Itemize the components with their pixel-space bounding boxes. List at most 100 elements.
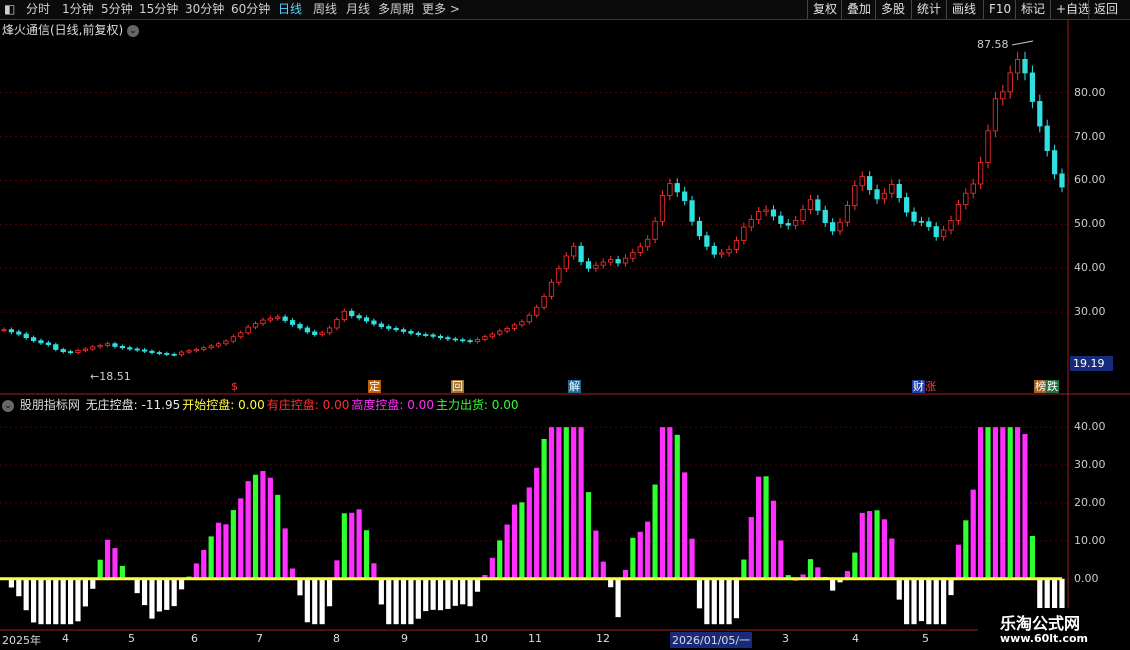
- candle-body: [615, 259, 621, 264]
- indicator-bar: [260, 471, 266, 579]
- indicator-bar: [67, 578, 74, 625]
- candle-body: [645, 238, 651, 248]
- indicator-bar: [689, 538, 695, 579]
- toolbar-action-8[interactable]: 返回: [1088, 0, 1123, 19]
- toolbar-action-4[interactable]: 画线: [946, 0, 981, 19]
- toolbar-action-1[interactable]: 叠加: [841, 0, 876, 19]
- indicator-bar: [748, 517, 754, 579]
- period-tab-3[interactable]: 15分钟: [139, 2, 178, 17]
- indicator-axis-tick: 20.00: [1074, 495, 1106, 509]
- period-tab-7[interactable]: 周线: [313, 2, 337, 17]
- indicator-bar: [852, 552, 858, 579]
- indicator-bar: [608, 578, 614, 588]
- candle-body: [815, 199, 821, 211]
- indicator-bar: [800, 574, 806, 579]
- signal-marker[interactable]: 涨: [924, 380, 937, 393]
- candle-body: [733, 240, 740, 250]
- candle-body: [134, 348, 140, 351]
- candle-body: [630, 252, 636, 259]
- time-axis-label: 5: [128, 632, 135, 645]
- period-tab-6[interactable]: 日线: [278, 2, 302, 17]
- candle-body: [334, 319, 340, 329]
- indicator-bar: [548, 427, 555, 579]
- indicator-title: ⌄ 股朋指标网 无庄控盘: -11.95 开始控盘: 0.00 有庄控盘: 0.00…: [2, 396, 521, 413]
- indicator-bar: [1029, 536, 1035, 579]
- signal-marker[interactable]: 定: [368, 380, 381, 393]
- indicator-bar: [622, 569, 629, 579]
- chart-canvas[interactable]: [0, 0, 1130, 650]
- candle-body: [482, 336, 488, 340]
- indicator-bar: [756, 476, 762, 579]
- toolbar-action-0[interactable]: 复权: [807, 0, 842, 19]
- sidebar-toggle-icon[interactable]: ◧: [4, 2, 15, 17]
- time-axis-label: 6: [191, 632, 198, 645]
- indicator-bar: [733, 578, 740, 619]
- candle-body: [452, 338, 458, 341]
- indicator-bar: [918, 578, 925, 622]
- period-tab-9[interactable]: 多周期: [378, 2, 414, 17]
- candle-body: [186, 350, 192, 353]
- candle-body: [963, 192, 969, 206]
- candle-body: [1000, 91, 1006, 100]
- indicator-bar: [319, 578, 325, 625]
- indicator-bar: [578, 427, 584, 579]
- indicator-bar: [970, 489, 976, 579]
- candle-body: [363, 317, 370, 322]
- indicator-bar: [963, 520, 969, 579]
- indicator-bar: [460, 578, 466, 605]
- candle-body: [985, 130, 991, 163]
- period-tab-8[interactable]: 月线: [346, 2, 370, 17]
- candle-body: [770, 209, 777, 217]
- candle-body: [378, 323, 384, 328]
- candle-body: [526, 314, 532, 323]
- toolbar-action-5[interactable]: F10: [983, 0, 1016, 19]
- period-tab-10[interactable]: 更多 >: [422, 2, 460, 17]
- toolbar-action-3[interactable]: 统计: [911, 0, 946, 19]
- candle-body: [341, 310, 347, 321]
- watermark-title: 乐淘公式网: [1000, 614, 1081, 633]
- indicator-bar: [889, 538, 895, 579]
- time-axis-label: 7: [256, 632, 263, 645]
- period-tab-0[interactable]: 分时: [26, 2, 50, 17]
- signal-marker[interactable]: 跌: [1046, 380, 1059, 393]
- indicator-bar: [45, 578, 51, 625]
- period-tab-2[interactable]: 5分钟: [101, 2, 133, 17]
- indicator-bar: [474, 578, 481, 592]
- signal-marker[interactable]: $: [230, 380, 239, 393]
- indicator-bar: [807, 559, 814, 579]
- period-tab-1[interactable]: 1分钟: [62, 2, 94, 17]
- main-chart-title-text: 烽火通信(日线,前复权): [2, 23, 124, 37]
- indicator-bar: [119, 565, 125, 579]
- toolbar-action-2[interactable]: 多股: [875, 0, 910, 19]
- indicator-axis-tick: 0.00: [1074, 571, 1099, 585]
- candle-body: [289, 320, 296, 325]
- candle-body: [474, 338, 481, 342]
- indicator-bar: [297, 578, 303, 596]
- chevron-down-icon[interactable]: ⌄: [2, 399, 14, 412]
- signal-marker[interactable]: 解: [568, 380, 581, 393]
- candle-body: [326, 327, 333, 334]
- candle-body: [608, 259, 614, 263]
- chevron-down-icon[interactable]: ⌄: [127, 24, 140, 37]
- indicator-bar: [867, 511, 873, 579]
- indicator-bar: [452, 578, 458, 606]
- indicator-bar: [815, 567, 821, 579]
- indicator-bar: [704, 578, 710, 625]
- candle-body: [741, 226, 747, 242]
- candle-body: [763, 209, 769, 213]
- indicator-bar: [378, 578, 384, 605]
- indicator-bar: [630, 537, 636, 579]
- indicator-bar: [726, 578, 732, 625]
- signal-marker[interactable]: 回: [451, 380, 464, 393]
- period-tab-4[interactable]: 30分钟: [185, 2, 224, 17]
- candle-body: [1059, 173, 1065, 188]
- candle-body: [423, 334, 429, 336]
- candle-body: [408, 331, 414, 334]
- candle-body: [1007, 72, 1013, 93]
- indicator-bar: [585, 492, 592, 579]
- period-tab-5[interactable]: 60分钟: [231, 2, 270, 17]
- candle-body: [45, 342, 52, 346]
- candle-body: [267, 317, 273, 321]
- indicator-axis-tick: 30.00: [1074, 458, 1106, 472]
- toolbar-action-6[interactable]: 标记: [1015, 0, 1050, 19]
